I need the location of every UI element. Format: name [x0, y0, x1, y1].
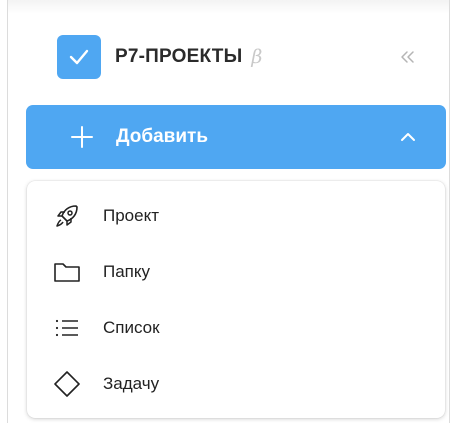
add-button[interactable]: Добавить [26, 105, 446, 169]
menu-item-label: Папку [103, 262, 151, 281]
panel-left-border [7, 0, 8, 423]
app-title: Р7-ПРОЕКТЫ [115, 46, 243, 67]
diamond-icon [53, 370, 81, 398]
app-header: Р7-ПРОЕКТЫ β [57, 35, 447, 79]
menu-item-task[interactable]: Задачу [27, 356, 445, 412]
chevron-up-icon [401, 133, 415, 141]
checkmark-icon [69, 49, 89, 65]
beta-badge: β [251, 46, 263, 68]
menu-item-project[interactable]: Проект [27, 188, 445, 244]
collapse-sidebar-button[interactable] [394, 43, 422, 71]
add-button-label: Добавить [116, 126, 209, 147]
panel-top-edge [8, 0, 449, 14]
menu-item-label: Задачу [103, 374, 160, 393]
list-icon [53, 314, 81, 342]
folder-icon [53, 258, 81, 286]
panel-right-border [449, 0, 450, 423]
menu-item-label: Проект [103, 206, 159, 225]
menu-item-list[interactable]: Список [27, 300, 445, 356]
menu-item-label: Список [103, 318, 160, 337]
rocket-icon [53, 202, 81, 230]
menu-item-folder[interactable]: Папку [27, 244, 445, 300]
app-logo[interactable] [57, 35, 101, 79]
double-chevron-left-icon [401, 51, 414, 63]
plus-icon [71, 126, 93, 148]
add-dropdown-menu: Проект Папку Список Задачу [27, 181, 445, 418]
